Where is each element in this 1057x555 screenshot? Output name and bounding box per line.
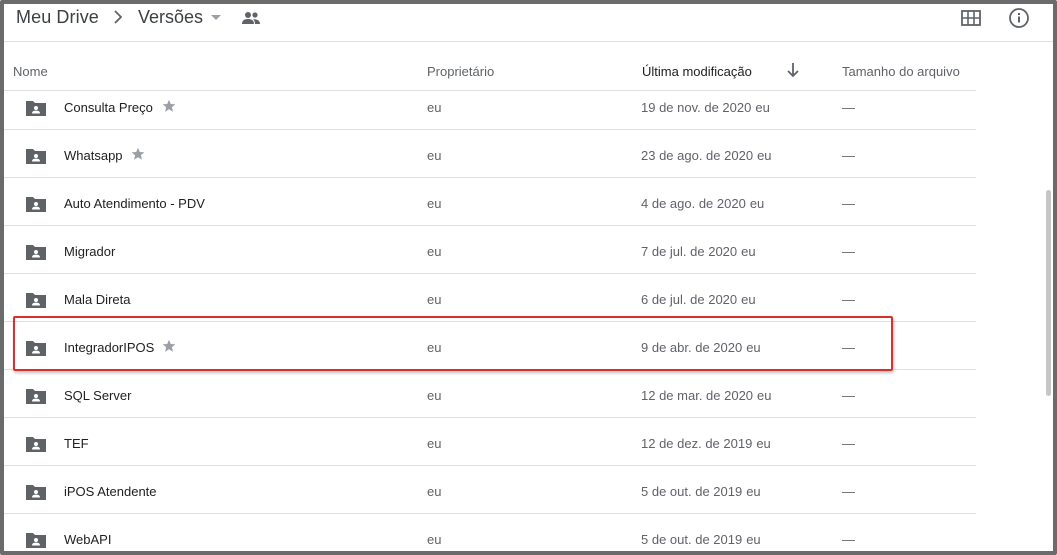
- file-owner: eu: [427, 436, 442, 451]
- file-name: iPOS Atendente: [64, 484, 157, 499]
- table-row[interactable]: Auto Atendimento - PDV eu 4 de ago. de 202…: [4, 178, 976, 226]
- file-name: IntegradorIPOS: [64, 340, 155, 355]
- modified-by: eu: [741, 244, 756, 259]
- shared-folder-icon: [26, 485, 46, 500]
- table-row[interactable]: IntegradorIPOS eu 9 de abr. de 2020 eu —: [4, 322, 976, 370]
- modified-by: eu: [749, 196, 765, 211]
- star-icon[interactable]: [162, 99, 176, 113]
- shared-folder-icon: [26, 245, 46, 260]
- info-icon[interactable]: [1008, 7, 1030, 29]
- file-size: —: [842, 244, 855, 259]
- file-owner: eu: [427, 244, 442, 259]
- modified-by: eu: [746, 532, 761, 547]
- file-owner: eu: [427, 388, 442, 403]
- file-size: —: [842, 436, 855, 451]
- table-row[interactable]: Whatsapp eu 23 de ago. de 2020 eu —: [4, 130, 976, 178]
- file-owner: eu: [427, 196, 442, 211]
- table-row[interactable]: Mala Direta eu 6 de jul. de 2020 eu —: [4, 274, 976, 322]
- modified-by: eu: [746, 340, 761, 355]
- modified-date: 23 de ago. de 2020: [641, 148, 754, 163]
- caret-down-icon[interactable]: [210, 14, 222, 22]
- file-owner: eu: [427, 340, 442, 355]
- file-name: Mala Direta: [64, 292, 131, 307]
- table-row[interactable]: TEF eu 12 de dez. de 2019 eu —: [4, 418, 976, 466]
- modified-date: 19 de nov. de 2020: [641, 100, 752, 115]
- file-size: —: [842, 532, 855, 547]
- file-name: Migrador: [64, 244, 116, 259]
- file-size: —: [842, 388, 855, 403]
- file-modified: 9 de abr. de 2020 eu: [641, 340, 761, 355]
- modified-date: 6 de jul. de 2020: [641, 292, 738, 307]
- people-icon: [242, 12, 260, 24]
- arrow-down-icon[interactable]: [786, 62, 800, 78]
- file-modified: 12 de dez. de 2019 eu: [641, 436, 771, 451]
- file-size: —: [842, 100, 855, 115]
- file-owner: eu: [427, 100, 442, 115]
- scrollbar-thumb[interactable]: [1046, 190, 1051, 396]
- file-modified: 6 de jul. de 2020 eu: [641, 292, 756, 307]
- file-modified: 23 de ago. de 2020 eu: [641, 148, 772, 163]
- file-name: Auto Atendimento - PDV: [64, 196, 205, 211]
- shared-folder-icon: [26, 341, 46, 356]
- file-name: Whatsapp: [64, 148, 123, 163]
- file-name: TEF: [64, 436, 89, 451]
- star-icon[interactable]: [162, 339, 176, 353]
- star-icon[interactable]: [131, 147, 145, 161]
- modified-by: eu: [757, 388, 772, 403]
- modified-by: eu: [746, 484, 761, 499]
- modified-date: 5 de out. de 2019: [641, 484, 743, 499]
- table-row[interactable]: WebAPI eu 5 de out. de 2019 eu —: [4, 514, 976, 551]
- file-modified: 19 de nov. de 2020 eu: [641, 100, 770, 115]
- modified-date: 12 de mar. de 2020: [641, 388, 754, 403]
- modified-date: 4 de ago. de 2020: [641, 196, 746, 211]
- file-size: —: [842, 340, 855, 355]
- modified-date: 5 de out. de 2019: [641, 532, 743, 547]
- file-size: —: [842, 484, 855, 499]
- breadcrumb-current[interactable]: Versões: [138, 7, 203, 28]
- shared-folder-icon: [26, 293, 46, 308]
- modified-date: 7 de jul. de 2020: [641, 244, 738, 259]
- file-modified: 5 de out. de 2019 eu: [641, 484, 761, 499]
- file-owner: eu: [427, 484, 442, 499]
- file-owner: eu: [427, 148, 442, 163]
- table-row[interactable]: iPOS Atendente eu 5 de out. de 2019 eu —: [4, 466, 976, 514]
- file-size: —: [842, 148, 855, 163]
- grid-view-icon[interactable]: [960, 9, 982, 27]
- file-owner: eu: [427, 532, 442, 547]
- drive-window: Meu Drive Versões Nome Proprietário Últi: [0, 0, 1057, 555]
- table-row[interactable]: Migrador eu 7 de jul. de 2020 eu —: [4, 226, 976, 274]
- file-modified: 12 de mar. de 2020 eu: [641, 388, 772, 403]
- column-header-name[interactable]: Nome: [13, 64, 48, 79]
- file-modified: 4 de ago. de 2020 eu: [641, 196, 764, 211]
- shared-folder-icon: [26, 101, 46, 116]
- column-header-owner[interactable]: Proprietário: [427, 64, 494, 79]
- header-divider: [4, 41, 1053, 42]
- modified-by: eu: [756, 436, 771, 451]
- file-modified: 5 de out. de 2019 eu: [641, 532, 761, 547]
- shared-folder-icon: [26, 533, 46, 548]
- column-header-size[interactable]: Tamanho do arquivo: [842, 64, 960, 79]
- breadcrumb-root[interactable]: Meu Drive: [16, 7, 99, 28]
- table-row[interactable]: SQL Server eu 12 de mar. de 2020 eu —: [4, 370, 976, 418]
- header-bar: Meu Drive Versões: [4, 4, 1053, 42]
- modified-by: eu: [757, 148, 772, 163]
- file-owner: eu: [427, 292, 442, 307]
- shared-folder-icon: [26, 197, 46, 212]
- shared-folder-icon: [26, 389, 46, 404]
- modified-by: eu: [741, 292, 756, 307]
- chevron-right-icon: [114, 10, 123, 24]
- shared-folder-icon: [26, 149, 46, 164]
- file-name: SQL Server: [64, 388, 132, 403]
- modified-date: 12 de dez. de 2019: [641, 436, 753, 451]
- file-size: —: [842, 196, 855, 211]
- table-row[interactable]: Consulta Preço eu 19 de nov. de 2020 eu —: [4, 90, 976, 130]
- column-header-modified[interactable]: Última modificação: [642, 64, 752, 79]
- file-name: Consulta Preço: [64, 100, 153, 115]
- file-size: —: [842, 292, 855, 307]
- file-name: WebAPI: [64, 532, 112, 547]
- shared-folder-icon: [26, 437, 46, 452]
- modified-date: 9 de abr. de 2020: [641, 340, 743, 355]
- modified-by: eu: [755, 100, 770, 115]
- file-modified: 7 de jul. de 2020 eu: [641, 244, 756, 259]
